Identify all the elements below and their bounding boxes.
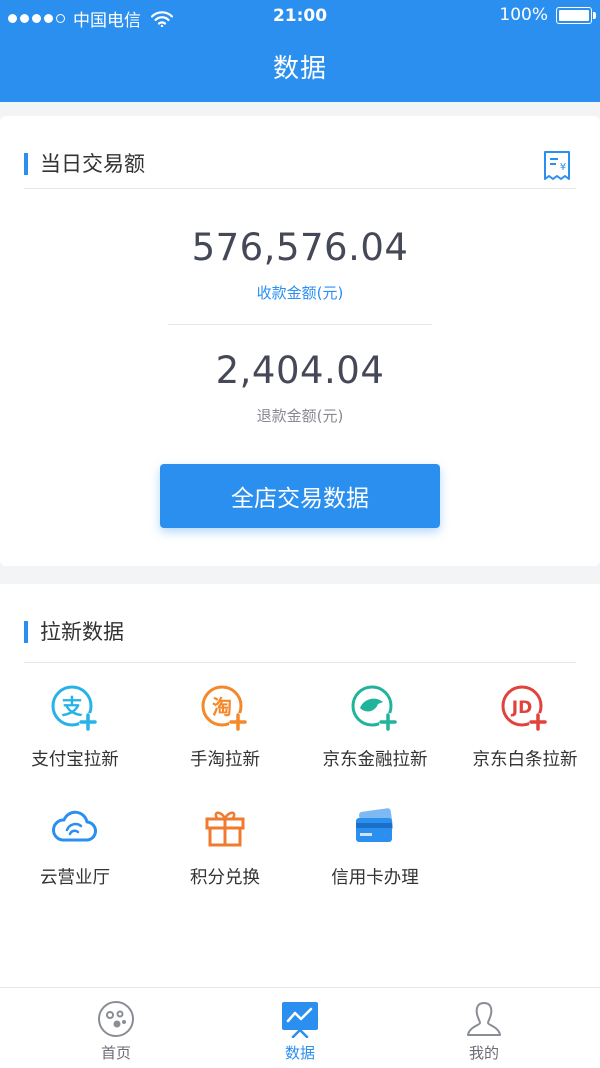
taobao-acquire-item[interactable]: 淘 手淘拉新: [150, 684, 300, 794]
jd-finance-acquire-label: 京东金融拉新: [322, 750, 428, 770]
alipay-acquire-item[interactable]: 支 支付宝拉新: [0, 684, 150, 794]
tab-data[interactable]: 数据: [200, 988, 400, 1068]
credit-card-icon: [356, 808, 393, 842]
credit-card-label: 信用卡办理: [331, 868, 419, 888]
battery-icon: [556, 6, 596, 24]
tab-data-label: 数据: [284, 1044, 315, 1062]
receipt-amount-label: 收款金额(元): [256, 284, 344, 302]
acquisition-section-header: 拉新数据: [24, 596, 576, 663]
tab-bar: 首页 数据 我的: [0, 987, 600, 1068]
cloud-hall-icon: [52, 810, 97, 842]
points-exchange-item[interactable]: 积分兑换: [150, 802, 300, 912]
svg-text:淘: 淘: [212, 695, 232, 719]
store-transaction-data-button[interactable]: 全店交易数据: [160, 464, 440, 528]
jd-baitiao-acquire-item[interactable]: JD 京东白条拉新: [450, 684, 600, 794]
taobao-acquire-icon: 淘: [201, 685, 247, 731]
home-icon: [98, 1001, 134, 1037]
acquisition-card: 拉新数据 支 支付宝拉新 淘 手淘拉新 京东金融拉新 JD 京东白条拉新 云营业…: [0, 584, 600, 987]
jd-baitiao-acquire-icon: JD: [501, 685, 547, 731]
alipay-acquire-icon: 支: [51, 685, 97, 731]
header: 中国电信 21:00 100% 数据: [0, 0, 600, 102]
profile-icon: [467, 1002, 501, 1036]
receipt-icon[interactable]: ¥: [542, 150, 572, 182]
section-accent-bar: [24, 621, 28, 643]
battery-percent: 100%: [499, 5, 548, 25]
page-title: 数据: [272, 54, 327, 84]
svg-text:JD: JD: [511, 698, 532, 718]
tab-profile-label: 我的: [468, 1044, 499, 1062]
receipt-amount: 576,576.04: [191, 226, 409, 269]
status-bar: 中国电信 21:00 100%: [0, 0, 600, 34]
points-exchange-label: 积分兑换: [190, 868, 260, 888]
chart-icon: [282, 1002, 318, 1038]
jd-finance-acquire-item[interactable]: 京东金融拉新: [300, 684, 450, 794]
section-accent-bar: [24, 153, 28, 175]
cloud-hall-label: 云营业厅: [40, 868, 110, 888]
jd-baitiao-acquire-label: 京东白条拉新: [472, 750, 578, 770]
refund-amount-label: 退款金额(元): [256, 407, 344, 425]
daily-section-header: 当日交易额 ¥: [24, 132, 576, 189]
divider: [168, 324, 432, 325]
gift-points-icon: [205, 811, 245, 847]
tab-home-label: 首页: [100, 1044, 131, 1062]
tab-home[interactable]: 首页: [16, 988, 216, 1068]
daily-transaction-card: 当日交易额 ¥ 576,576.04 收款金额(元) 2,404.04 退款金额…: [0, 116, 600, 566]
svg-text:支: 支: [62, 695, 84, 719]
acquisition-section-title: 拉新数据: [40, 620, 124, 644]
jd-finance-acquire-icon: [351, 685, 397, 731]
daily-section-title: 当日交易额: [40, 152, 145, 176]
cloud-hall-item[interactable]: 云营业厅: [0, 802, 150, 912]
taobao-acquire-label: 手淘拉新: [190, 750, 260, 770]
svg-text:¥: ¥: [560, 162, 566, 173]
alipay-acquire-label: 支付宝拉新: [31, 750, 119, 770]
refund-amount: 2,404.04: [215, 349, 385, 392]
credit-card-item[interactable]: 信用卡办理: [300, 802, 450, 912]
tab-profile[interactable]: 我的: [384, 988, 584, 1068]
